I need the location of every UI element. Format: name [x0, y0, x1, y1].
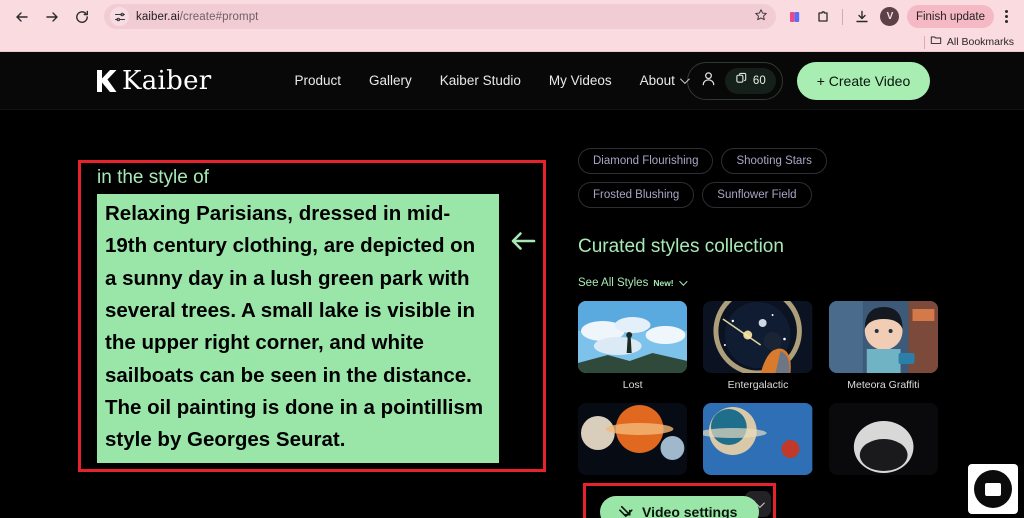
styles-column: Diamond Flourishing Shooting Stars Frost…	[578, 148, 938, 517]
style-card-thumb	[578, 301, 688, 373]
kebab-menu-icon[interactable]	[996, 10, 1016, 23]
credits-chip[interactable]: 60	[724, 67, 776, 94]
all-bookmarks-button[interactable]: All Bookmarks	[947, 36, 1014, 48]
downloads-icon[interactable]	[849, 4, 875, 30]
arrow-down-right-icon	[618, 503, 633, 518]
nav-gallery[interactable]: Gallery	[369, 73, 412, 88]
avatar-initial: V	[880, 7, 900, 26]
tune-icon[interactable]	[110, 7, 129, 26]
folder-icon	[930, 33, 942, 51]
kaiber-logo-text: Kaiber	[122, 65, 212, 96]
chat-launcher-button[interactable]	[968, 464, 1018, 514]
kaiber-logo[interactable]: Kaiber	[95, 68, 212, 94]
style-pill[interactable]: Diamond Flourishing	[578, 148, 714, 174]
style-of-label: in the style of	[97, 167, 209, 188]
toolbar-divider	[841, 8, 843, 25]
video-settings-button[interactable]: Video settings	[600, 496, 760, 518]
nav-product[interactable]: Product	[295, 73, 342, 88]
style-card-thumb	[828, 403, 938, 475]
bookmarks-divider	[923, 35, 925, 49]
style-pill[interactable]: Sunflower Field	[702, 182, 812, 208]
arrow-left-icon	[509, 230, 537, 257]
prompt-column: in the style of Relaxing Parisians, dres…	[78, 160, 546, 472]
url-text: kaiber.ai/create#prompt	[136, 10, 259, 23]
nav-about-label: About	[639, 73, 675, 88]
style-card[interactable]: Meteora Graffiti	[828, 301, 938, 391]
style-pill[interactable]: Shooting Stars	[721, 148, 827, 174]
user-icon	[700, 70, 717, 92]
site-header: Kaiber Product Gallery Kaiber Studio My …	[0, 52, 1024, 110]
style-pill[interactable]: Frosted Blushing	[578, 182, 695, 208]
prompt-annotation-box: in the style of Relaxing Parisians, dres…	[78, 160, 546, 472]
bookmarks-bar: All Bookmarks	[0, 33, 1024, 52]
style-pill-row: Diamond Flourishing Shooting Stars Frost…	[578, 148, 938, 208]
style-card-thumb	[578, 403, 688, 475]
style-card-thumb	[703, 403, 813, 475]
forward-button[interactable]	[38, 3, 66, 31]
browser-chrome: kaiber.ai/create#prompt V Finish update …	[0, 0, 1024, 52]
main-navigation: Product Gallery Kaiber Studio My Videos …	[295, 73, 690, 88]
nav-about[interactable]: About	[639, 73, 690, 88]
browser-toolbar: kaiber.ai/create#prompt V Finish update	[0, 0, 1024, 33]
video-settings-annotation-box: Video settings	[583, 483, 777, 518]
chat-bubble-inner	[985, 482, 1001, 496]
nav-product-label: Product	[294, 73, 342, 88]
style-card[interactable]	[703, 403, 813, 481]
prompt-row: Relaxing Parisians, dressed in mid-19th …	[97, 193, 537, 463]
style-card-label: Lost	[622, 379, 643, 391]
account-credits-pill[interactable]: 60	[686, 61, 783, 100]
reload-button[interactable]	[68, 3, 96, 31]
chevron-down-icon[interactable]	[678, 277, 688, 286]
nav-gallery-label: Gallery	[369, 73, 412, 88]
finish-update-button[interactable]: Finish update	[906, 5, 994, 28]
video-settings-label: Video settings	[642, 504, 738, 518]
see-all-styles-row[interactable]: See All Styles New!	[578, 277, 938, 289]
back-button[interactable]	[8, 3, 36, 31]
style-card[interactable]: Entergalactic	[703, 301, 813, 391]
nav-my-videos-label: My Videos	[548, 73, 612, 88]
see-all-styles-label: See All Styles	[578, 277, 649, 289]
kaiber-app: Kaiber Product Gallery Kaiber Studio My …	[0, 52, 1024, 518]
header-actions: 60 + Create Video	[686, 61, 931, 100]
kaiber-logo-mark	[97, 69, 117, 92]
style-card-thumb	[703, 301, 813, 373]
style-card-label: Meteora Graffiti	[847, 379, 920, 391]
credits-value: 60	[752, 74, 766, 87]
style-card[interactable]	[578, 403, 688, 481]
style-cards-grid: Lost Entergalactic Meteora Graffiti	[578, 301, 938, 481]
curated-styles-title: Curated styles collection	[578, 236, 784, 257]
create-video-button[interactable]: + Create Video	[796, 61, 931, 100]
nav-kaiber-studio-label: Kaiber Studio	[439, 73, 521, 88]
address-bar[interactable]: kaiber.ai/create#prompt	[104, 4, 776, 29]
chat-bubble-icon	[974, 470, 1012, 508]
nav-my-videos[interactable]: My Videos	[549, 73, 612, 88]
style-card[interactable]	[828, 403, 938, 481]
nav-kaiber-studio[interactable]: Kaiber Studio	[440, 73, 521, 88]
style-card-label: Entergalactic	[727, 379, 789, 391]
extensions-puzzle-icon[interactable]	[810, 4, 836, 30]
extension-color-icon[interactable]	[782, 4, 808, 30]
style-card[interactable]: Lost	[578, 301, 688, 391]
bookmark-star-icon[interactable]	[754, 8, 770, 25]
new-badge: New!	[653, 278, 674, 288]
profile-avatar[interactable]: V	[877, 4, 903, 30]
credits-coin-icon	[735, 72, 748, 90]
prompt-text[interactable]: Relaxing Parisians, dressed in mid-19th …	[97, 193, 499, 463]
style-card-thumb	[828, 301, 938, 373]
